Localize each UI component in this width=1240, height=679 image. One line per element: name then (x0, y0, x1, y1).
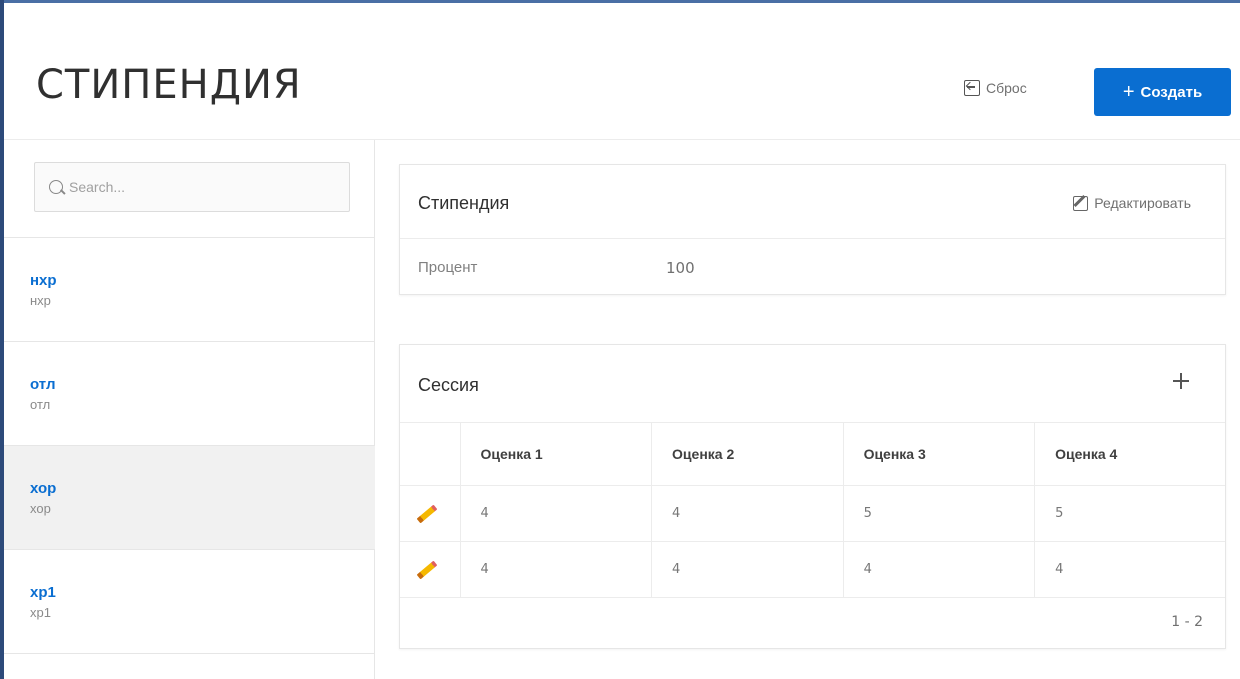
session-card: Сессия Оценка 1 Оценка 2 Оценка 3 Оценка… (399, 344, 1226, 649)
pencil-icon[interactable] (416, 504, 438, 523)
list-item-title: отл (30, 376, 56, 393)
list-item-subtitle: хор (30, 501, 51, 516)
table-cell: 4 (1034, 541, 1225, 598)
scholarship-card-title: Стипендия (418, 193, 510, 213)
list-item-title: хр1 (30, 584, 56, 601)
list-item[interactable]: нхр нхр (4, 238, 375, 342)
reset-icon (964, 80, 980, 96)
search-box[interactable] (34, 162, 350, 212)
edit-label: Редактировать (1094, 195, 1191, 211)
pagination-info: 1 - 2 (1171, 614, 1203, 630)
column-header: Оценка 1 (460, 423, 653, 486)
table-cell: 4 (460, 485, 653, 542)
plus-icon: + (1122, 81, 1135, 103)
list-item-subtitle: хр1 (30, 605, 51, 620)
percent-value: 100 (666, 259, 695, 277)
search-icon (49, 180, 63, 194)
pencil-icon[interactable] (416, 560, 438, 579)
list-item-selected[interactable]: хор хор (4, 446, 375, 550)
edit-column-header (400, 423, 461, 486)
search-area (4, 140, 375, 238)
edit-button[interactable]: Редактировать (1073, 195, 1191, 211)
row-edit-cell (400, 541, 461, 598)
edit-icon (1073, 195, 1089, 211)
reset-button[interactable]: Сброс (964, 80, 1027, 96)
list-item-subtitle: отл (30, 397, 51, 412)
table-cell: 4 (651, 485, 844, 542)
sidebar: нхр нхр отл отл хор хор хр1 хр1 (4, 140, 375, 679)
window-top-border (0, 0, 1240, 12)
column-header: Оценка 2 (651, 423, 844, 486)
search-input[interactable] (69, 179, 329, 195)
reset-label: Сброс (986, 80, 1027, 96)
percent-label: Процент (418, 259, 478, 276)
list-item-subtitle: нхр (30, 293, 51, 308)
list-item[interactable]: хр1 хр1 (4, 550, 375, 654)
list-item-title: нхр (30, 272, 57, 289)
add-session-icon[interactable] (1171, 371, 1191, 391)
table-row: 4 4 4 4 (400, 541, 1225, 598)
session-card-title: Сессия (418, 375, 479, 395)
create-label: Создать (1140, 83, 1203, 101)
column-header: Оценка 4 (1034, 423, 1225, 486)
table-cell: 4 (651, 541, 844, 598)
page-title: СТИПЕНДИЯ (36, 62, 302, 108)
column-header: Оценка 3 (843, 423, 1036, 486)
list-item[interactable]: отл отл (4, 342, 375, 446)
list-item-title: хор (30, 480, 57, 497)
create-button[interactable]: + Создать (1094, 68, 1231, 116)
table-row: 4 4 5 5 (400, 485, 1225, 542)
session-table: Оценка 1 Оценка 2 Оценка 3 Оценка 4 4 4 … (400, 423, 1225, 598)
row-edit-cell (400, 485, 461, 542)
table-cell: 5 (843, 485, 1036, 542)
scholarship-card-header: Стипендия Редактировать (400, 165, 1225, 239)
table-header-row: Оценка 1 Оценка 2 Оценка 3 Оценка 4 (400, 423, 1225, 486)
session-card-header: Сессия (400, 345, 1225, 423)
page-header: СТИПЕНДИЯ Сброс + Создать (4, 12, 1240, 140)
scholarship-card: Стипендия Редактировать Процент 100 (399, 164, 1226, 295)
table-cell: 4 (460, 541, 653, 598)
table-cell: 5 (1034, 485, 1225, 542)
table-cell: 4 (843, 541, 1036, 598)
